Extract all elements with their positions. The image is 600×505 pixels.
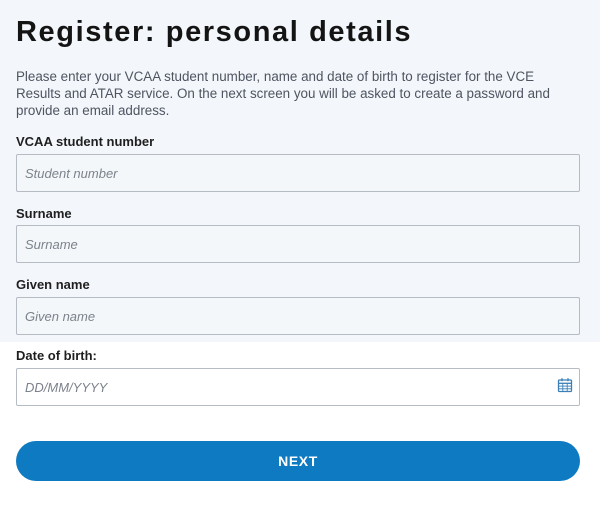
surname-label: Surname [16, 206, 72, 221]
registration-page: Register: personal details Please enter … [0, 0, 600, 505]
next-button[interactable]: NEXT [16, 441, 580, 481]
surname-input[interactable] [16, 225, 580, 263]
given-name-input[interactable] [16, 297, 580, 335]
calendar-icon[interactable] [557, 377, 573, 393]
dob-input[interactable] [16, 368, 580, 406]
student-number-input[interactable] [16, 154, 580, 192]
intro-text: Please enter your VCAA student number, n… [16, 69, 550, 118]
dob-label: Date of birth: [16, 348, 97, 363]
given-name-label: Given name [16, 277, 90, 292]
student-number-label: VCAA student number [16, 134, 155, 149]
page-title: Register: personal details [16, 16, 413, 48]
